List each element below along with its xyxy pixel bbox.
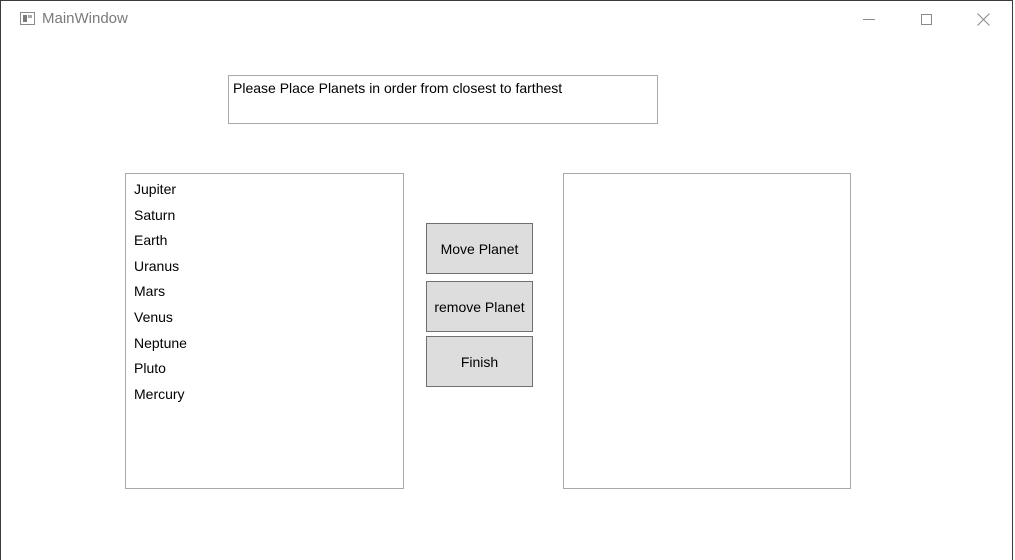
title-bar[interactable]: MainWindow [1, 1, 1012, 39]
close-button[interactable] [961, 1, 1007, 37]
list-item[interactable]: Mars [134, 282, 403, 308]
instruction-textbox[interactable]: Please Place Planets in order from close… [228, 75, 658, 124]
list-item[interactable]: Saturn [134, 206, 403, 232]
list-item[interactable]: Pluto [134, 359, 403, 385]
close-icon [977, 12, 991, 26]
move-planet-button[interactable]: Move Planet [426, 223, 533, 274]
maximize-icon [920, 13, 932, 25]
finish-button[interactable]: Finish [426, 336, 533, 387]
minimize-button[interactable] [846, 1, 892, 37]
list-item[interactable]: Venus [134, 308, 403, 334]
list-item[interactable]: Jupiter [134, 180, 403, 206]
window-title: MainWindow [42, 10, 128, 27]
ordered-planet-items [564, 174, 850, 180]
minimize-icon [863, 18, 875, 20]
source-planet-items: Jupiter Saturn Earth Uranus Mars Venus Neptune… [126, 174, 403, 410]
ordered-planet-listbox[interactable] [563, 173, 851, 489]
remove-planet-button[interactable]: remove Planet [426, 281, 533, 332]
source-planet-listbox[interactable]: Jupiter Saturn Earth Uranus Mars Venus Neptune… [125, 173, 404, 489]
maximize-button[interactable] [903, 1, 949, 37]
main-window: MainWindow Please Place Planets in order… [0, 0, 1013, 560]
list-item[interactable]: Neptune [134, 334, 403, 360]
list-item[interactable]: Uranus [134, 257, 403, 283]
list-item[interactable]: Mercury [134, 385, 403, 411]
list-item[interactable]: Earth [134, 231, 403, 257]
app-window-icon [20, 12, 35, 25]
instruction-text: Please Place Planets in order from close… [233, 80, 563, 96]
